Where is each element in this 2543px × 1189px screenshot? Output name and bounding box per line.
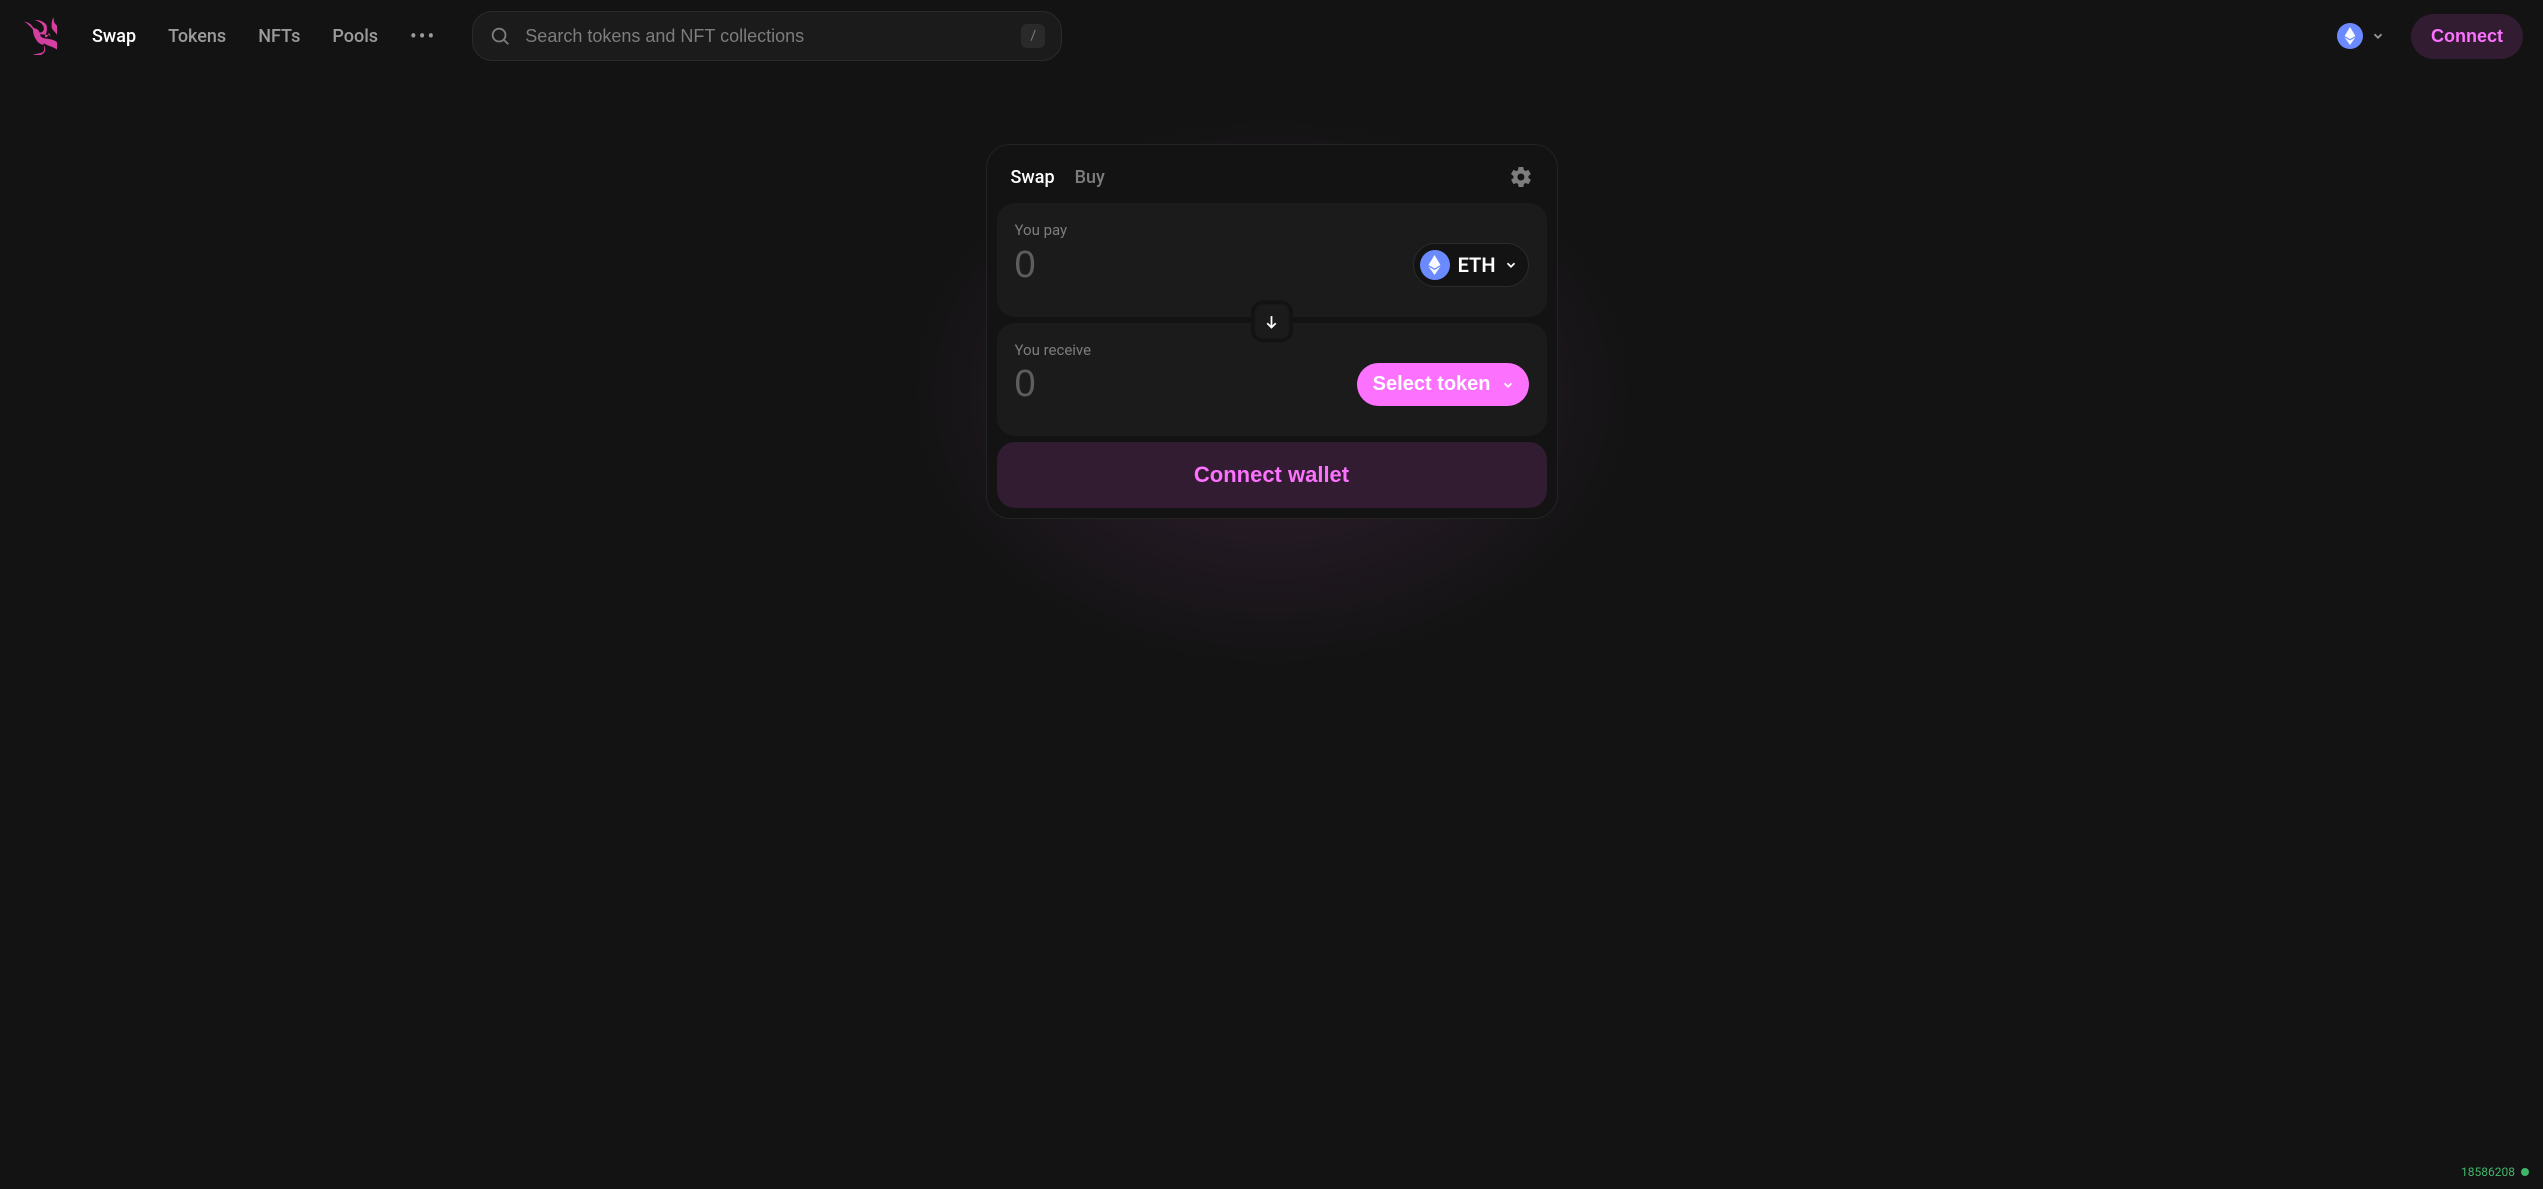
uniswap-logo[interactable] [20, 16, 60, 56]
you-receive-label: You receive [1015, 341, 1529, 359]
you-pay-label: You pay [1015, 221, 1529, 239]
search-wrap: / [472, 11, 1062, 61]
card-tabs: Swap Buy [997, 155, 1547, 203]
nav-links: Swap Tokens NFTs Pools ••• [76, 14, 452, 58]
search-icon [489, 25, 511, 47]
search-input[interactable] [525, 26, 1007, 47]
block-number-indicator[interactable]: 18586208 [2461, 1165, 2529, 1179]
chevron-down-icon [1504, 258, 1518, 272]
receive-token-selector[interactable]: Select token [1357, 363, 1529, 406]
tab-buy[interactable]: Buy [1075, 167, 1105, 188]
pay-token-selector[interactable]: ETH [1413, 243, 1529, 287]
swap-card: Swap Buy You pay [986, 144, 1558, 519]
chevron-down-icon [2371, 29, 2385, 43]
block-number-value: 18586208 [2461, 1165, 2515, 1179]
nav-more-menu[interactable]: ••• [394, 14, 452, 58]
pay-amount-input[interactable] [1015, 244, 1323, 287]
connect-wallet-button[interactable]: Connect wallet [997, 442, 1547, 508]
nav-link-nfts[interactable]: NFTs [242, 16, 316, 57]
top-nav: Swap Tokens NFTs Pools ••• / Connect [0, 0, 2543, 72]
tab-swap[interactable]: Swap [1011, 167, 1055, 188]
select-token-label: Select token [1373, 373, 1491, 396]
unicorn-icon [23, 17, 57, 55]
gear-icon [1509, 165, 1533, 189]
chevron-down-icon [1501, 378, 1515, 392]
search-kbd-hint: / [1021, 24, 1045, 48]
settings-button[interactable] [1509, 165, 1533, 189]
network-selector[interactable] [2331, 17, 2391, 55]
ethereum-icon [2337, 23, 2363, 49]
ellipsis-icon: ••• [410, 24, 436, 48]
connect-button[interactable]: Connect [2411, 14, 2523, 59]
nav-link-pools[interactable]: Pools [316, 16, 394, 57]
you-receive-panel: You receive Select token [997, 323, 1547, 436]
main-area: Swap Buy You pay [0, 72, 2543, 519]
status-dot-icon [2521, 1168, 2529, 1176]
ethereum-icon [1420, 250, 1450, 280]
nav-link-swap[interactable]: Swap [76, 16, 152, 57]
arrow-down-icon [1263, 313, 1280, 330]
receive-amount-input[interactable] [1015, 363, 1323, 406]
search-box[interactable]: / [472, 11, 1062, 61]
swap-direction-button[interactable] [1251, 300, 1293, 342]
pay-token-symbol: ETH [1458, 253, 1496, 277]
nav-link-tokens[interactable]: Tokens [152, 16, 242, 57]
